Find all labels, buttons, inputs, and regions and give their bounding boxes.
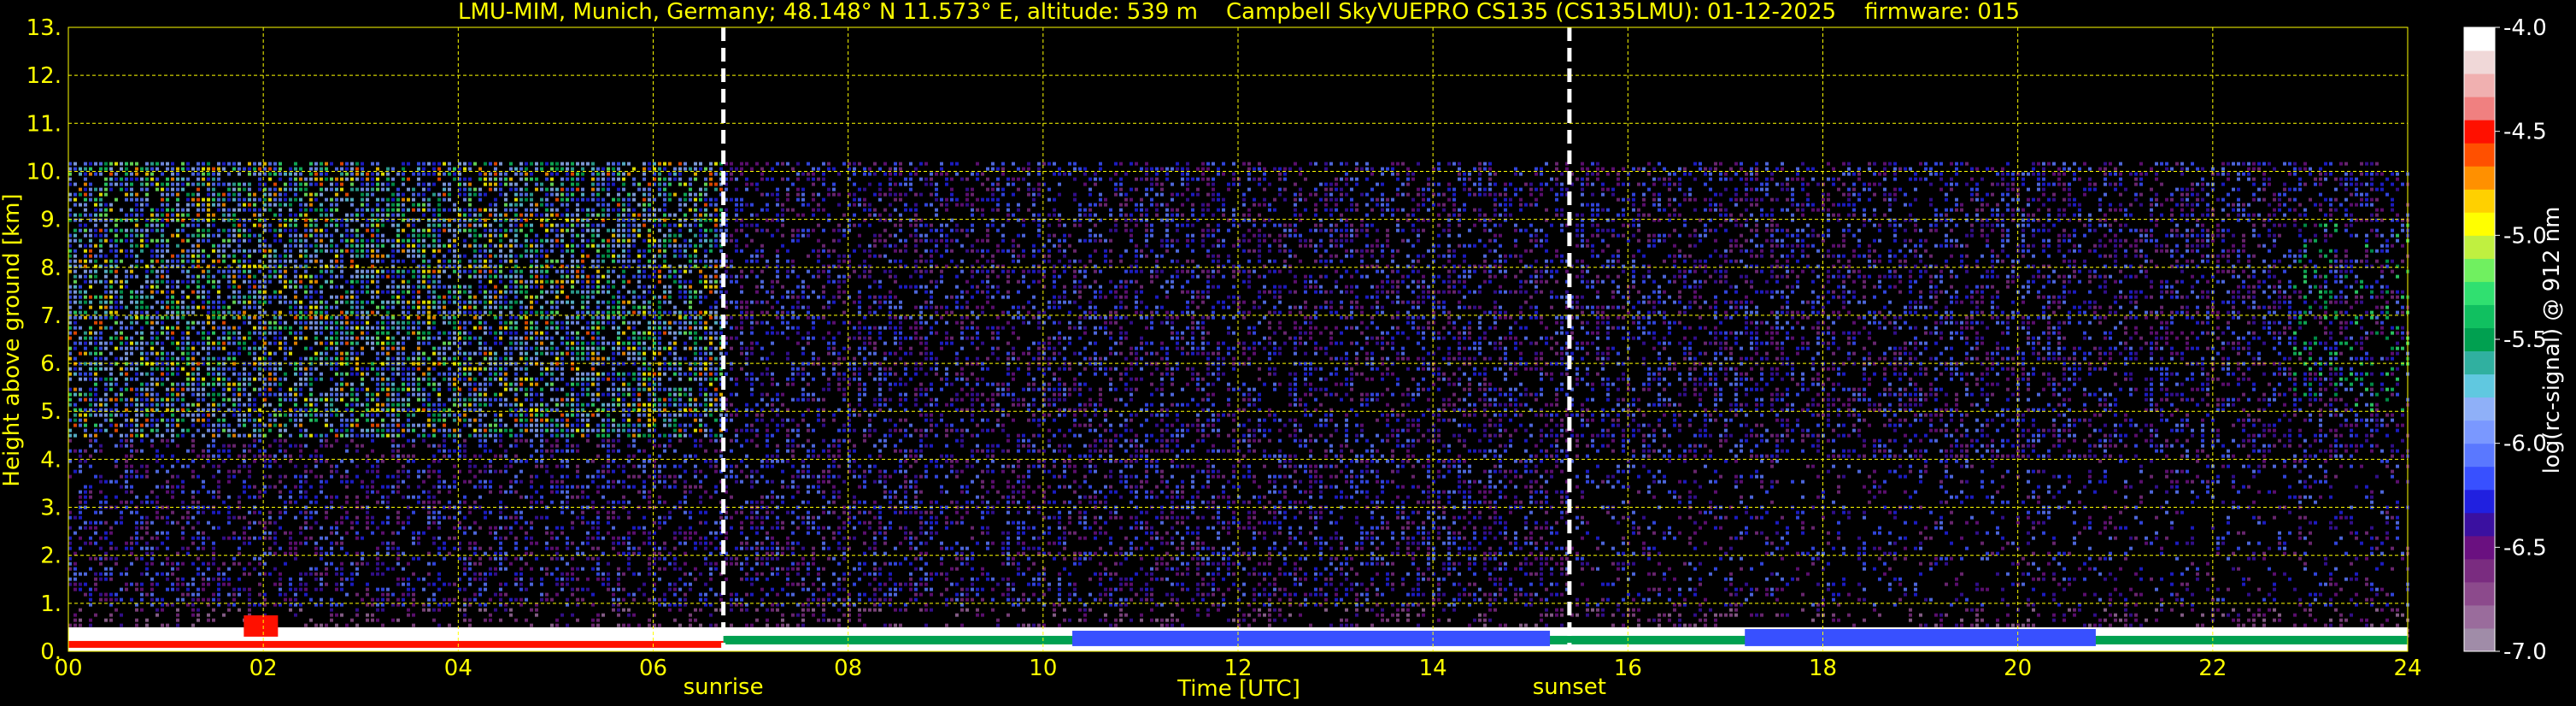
x-tick-label: 06 (639, 656, 667, 681)
colorbar-swatch (2464, 258, 2495, 282)
x-tick-label: 18 (1809, 656, 1837, 681)
x-tick-label: 08 (834, 656, 862, 681)
x-tick-label: 22 (2198, 656, 2227, 681)
chart-title: LMU-MIM, Munich, Germany; 48.148° N 11.5… (458, 0, 2020, 25)
colorbar-swatch (2464, 350, 2495, 375)
colorbar-swatch (2464, 627, 2495, 652)
surface-layer-red (68, 640, 724, 648)
x-axis-label: Time [UTC] (1177, 676, 1300, 702)
y-tick-label: 9. (40, 208, 62, 233)
y-tick-label: 1. (40, 591, 62, 617)
x-tick-label: 24 (2393, 656, 2421, 681)
y-tick-label: 2. (40, 544, 62, 569)
colorbar-swatch (2464, 466, 2495, 491)
colorbar-swatch (2464, 604, 2495, 629)
y-tick-label: 12. (26, 63, 62, 89)
y-tick-label: 6. (40, 351, 62, 377)
colorbar-tick-label: -4.5 (2503, 120, 2547, 145)
y-axis-label: Height above ground [km] (0, 193, 25, 486)
colorbar-swatch (2464, 535, 2495, 560)
y-tick-label: 11. (26, 111, 62, 137)
colorbar-swatch (2464, 581, 2495, 606)
colorbar-swatch (2464, 558, 2495, 583)
y-tick-label: 4. (40, 447, 62, 473)
x-tick-label: 10 (1029, 656, 1057, 681)
colorbar-swatches (2464, 27, 2495, 652)
plot-area (67, 26, 2409, 652)
x-tick-label: 00 (54, 656, 82, 681)
x-tick-label: 02 (249, 656, 278, 681)
surface-layer-blue (1072, 630, 1551, 646)
surface-layer-green (723, 635, 2408, 644)
colorbar-swatch (2464, 74, 2495, 97)
event-label: sunset (1533, 674, 1606, 700)
colorbar-swatch (2464, 489, 2495, 514)
x-tick-label: 16 (1614, 656, 1642, 681)
colorbar-swatch (2464, 512, 2495, 537)
colorbar-tick-label: -4.0 (2503, 15, 2547, 41)
y-tick-label: 10. (26, 159, 62, 185)
colorbar-swatch (2464, 235, 2495, 259)
y-tick-label: 5. (40, 399, 62, 425)
colorbar-swatch (2464, 120, 2495, 144)
colorbar-tick-label: -7.0 (2503, 639, 2547, 665)
colorbar-swatch (2464, 27, 2495, 51)
colorbar-swatch (2464, 143, 2495, 167)
y-tick-label: 8. (40, 256, 62, 281)
colorbar-swatch (2464, 327, 2495, 352)
colorbar-tick-label: -6.5 (2503, 535, 2547, 561)
colorbar-swatch (2464, 189, 2495, 213)
y-tick-label: 7. (40, 303, 62, 329)
ceilometer-chart: LMU-MIM, Munich, Germany; 48.148° N 11.5… (0, 0, 2576, 706)
surface-layer-blue (1745, 628, 2096, 646)
y-tick-label: 3. (40, 496, 62, 521)
colorbar-label: log(rc-signal) @ 912 nm (2539, 207, 2565, 474)
colorbar-swatch (2464, 97, 2495, 121)
x-tick-label: 20 (2004, 656, 2032, 681)
y-tick-label: 13. (26, 15, 62, 41)
surface-layer-red (244, 615, 279, 637)
colorbar-swatch (2464, 443, 2495, 468)
x-tick-label: 04 (444, 656, 472, 681)
x-tick-label: 14 (1419, 656, 1447, 681)
colorbar-swatch (2464, 166, 2495, 190)
colorbar-swatch (2464, 374, 2495, 398)
colorbar-swatch (2464, 50, 2495, 74)
colorbar-swatch (2464, 212, 2495, 236)
colorbar-swatch (2464, 397, 2495, 421)
colorbar-swatch (2464, 420, 2495, 444)
colorbar-swatch (2464, 281, 2495, 305)
colorbar-swatch (2464, 304, 2495, 328)
event-label: sunrise (684, 674, 764, 700)
